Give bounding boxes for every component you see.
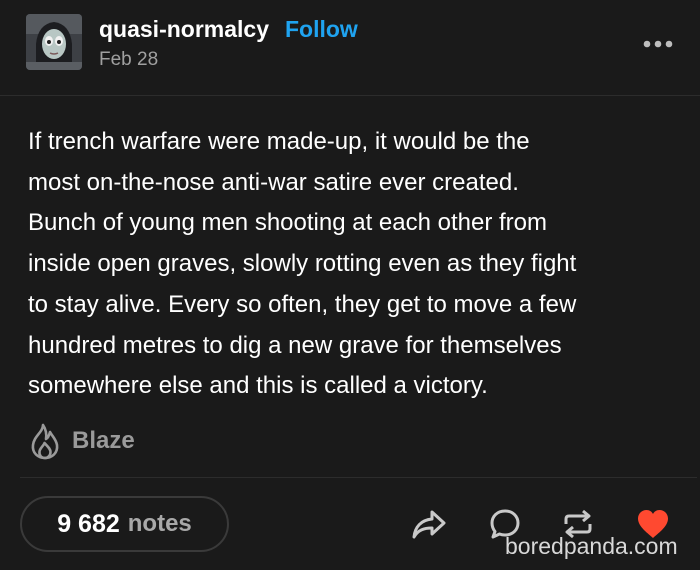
notes-count: 9 682	[57, 509, 120, 538]
share-icon	[412, 510, 446, 539]
footer-divider	[20, 477, 697, 478]
post-body: If trench warfare were made-up, it would…	[28, 122, 678, 407]
post-body-line: Bunch of young men shooting at each othe…	[28, 209, 547, 237]
blaze-button[interactable]: Blaze	[28, 421, 135, 461]
share-button[interactable]	[410, 506, 448, 547]
post-body-line: inside open graves, slowly rotting even …	[28, 250, 577, 278]
post-date[interactable]: Feb 28	[99, 49, 158, 71]
post-header: quasi-normalcy Follow Feb 28	[0, 0, 700, 96]
post-body-line: most on-the-nose anti-war satire ever cr…	[28, 168, 519, 196]
post-card: quasi-normalcy Follow Feb 28 If trench w…	[0, 0, 700, 570]
post-body-line: hundred metres to dig a new grave for th…	[28, 331, 562, 359]
notes-button[interactable]: 9 682 notes	[20, 496, 229, 552]
blaze-label: Blaze	[72, 427, 135, 454]
flame-icon	[31, 423, 59, 460]
notes-label: notes	[127, 510, 192, 537]
avatar[interactable]	[26, 14, 82, 70]
post-body-line: to stay alive. Every so often, they get …	[28, 290, 577, 318]
username[interactable]: quasi-normalcy	[99, 16, 269, 43]
post-body-line: somewhere else and this is called a vict…	[28, 372, 488, 400]
watermark: boredpanda.com	[505, 533, 678, 559]
follow-button[interactable]: Follow	[285, 16, 358, 43]
more-horizontal-icon	[643, 40, 673, 48]
post-body-line: If trench warfare were made-up, it would…	[28, 128, 530, 155]
more-options-button[interactable]	[638, 32, 678, 56]
avatar-image	[26, 14, 82, 70]
